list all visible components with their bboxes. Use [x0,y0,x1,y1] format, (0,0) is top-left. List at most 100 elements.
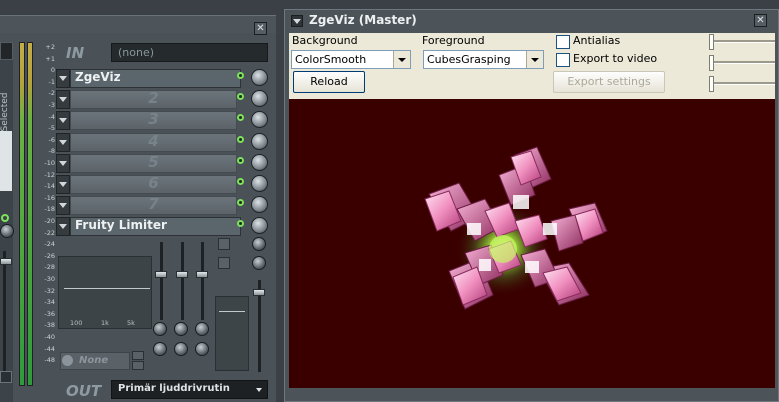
slot-menu-icon[interactable] [56,196,70,216]
slot-name[interactable]: 2 [70,90,237,110]
input-label: IN [66,44,85,62]
effect-slot-4[interactable]: 4 [56,132,268,152]
effect-slot-3[interactable]: 3 [56,110,268,131]
slot-mix-knob[interactable] [251,217,268,235]
slot-mix-knob[interactable] [251,175,268,192]
eq-freq3-knob[interactable] [195,322,209,336]
slot-menu-icon[interactable] [56,69,70,88]
slot-menu-icon[interactable] [56,111,70,131]
db-scale-label: -5 [48,124,55,133]
slot-mix-knob[interactable] [251,132,268,150]
slot-mix-knob[interactable] [251,196,268,214]
slot-enable-led[interactable] [237,220,244,228]
eq-freq1-knob[interactable] [153,322,167,336]
slot-menu-icon[interactable] [56,132,70,152]
master-fader[interactable] [253,289,265,296]
param-slider-1[interactable] [709,34,775,50]
disk-icon[interactable] [0,371,12,383]
db-scale-label: -20 [44,217,55,225]
slot-mix-knob[interactable] [251,111,268,129]
eq-bw3-knob[interactable] [195,342,209,356]
effect-slot-6[interactable]: 6 [56,174,268,194]
slot-mix-knob[interactable] [251,69,268,86]
antialias-label: Antialias [573,34,621,47]
eq-bw1-knob[interactable] [153,342,167,356]
export-settings-button[interactable]: Export settings [553,71,665,93]
track-selector-icon[interactable] [0,131,12,191]
slot-enable-led[interactable] [237,114,244,122]
slot-name[interactable]: 4 [70,132,237,152]
db-scale-label: -44 [44,344,55,353]
slot-name[interactable]: 3 [70,111,237,131]
db-scale-label: -28 [44,263,55,272]
slot-mix-knob[interactable] [251,90,268,108]
effect-slot-7[interactable]: 7 [56,195,268,216]
pan-knob[interactable] [252,256,266,270]
slot-menu-icon[interactable] [56,153,70,173]
db-scale-label: -38 [44,321,55,330]
db-scale-label: -48 [44,356,55,365]
track-fader[interactable] [0,258,12,265]
effect-slot-8[interactable]: Fruity Limiter [56,216,268,237]
db-scale-label: -40 [44,333,55,341]
chevron-down-icon [526,51,543,68]
db-scale-label: -2 [48,89,55,98]
slot-mix-knob[interactable] [251,153,268,171]
mixer-titlebar [0,16,276,33]
slot-name[interactable]: ZgeViz [70,69,241,88]
input-select[interactable]: (none) [111,43,268,62]
slot-menu-icon[interactable] [56,217,70,237]
chevron-down-icon [393,51,410,68]
db-scale-label: -24 [44,240,55,249]
slot-enable-led[interactable] [237,199,244,207]
db-scale-label: -8 [48,147,55,156]
param-slider-3[interactable] [709,76,775,92]
foreground-select[interactable]: CubesGrasping [423,50,544,69]
output-select[interactable]: Primär ljuddrivrutin [111,380,268,399]
reverse-polarity-icon[interactable] [218,257,230,269]
effect-slot-2[interactable]: 2 [56,89,268,110]
preset-down-icon[interactable] [132,361,144,370]
window-close-icon[interactable]: ✕ [754,14,767,27]
foreground-value: CubesGrasping [427,53,511,66]
slot-menu-icon[interactable] [56,90,70,110]
slot-enable-led[interactable] [237,135,244,143]
eq-band3-fader[interactable] [196,271,208,278]
background-select[interactable]: ColorSmooth [291,50,411,69]
antialias-checkbox[interactable] [556,35,570,49]
slot-enable-led[interactable] [237,156,244,164]
stereo-separation-knob[interactable] [252,237,266,251]
eq-band3-track [201,242,204,320]
preset-up-icon[interactable] [132,351,144,360]
eq-band1-track [160,242,163,320]
reload-button[interactable]: Reload [293,71,365,93]
effect-slot-1[interactable]: ZgeViz [56,68,268,88]
param-slider-2[interactable] [709,55,775,71]
effect-slot-5[interactable]: 5 [56,153,268,173]
strip-s-button[interactable] [0,42,13,60]
window-menu-icon[interactable] [291,15,303,27]
eq-band2-fader[interactable] [176,271,188,278]
foreground-label: Foreground [422,34,485,47]
slot-menu-icon[interactable] [56,175,70,194]
db-scale-label: -6 [48,135,55,144]
slot-name[interactable]: 6 [70,175,237,194]
swap-icon[interactable] [218,238,230,250]
track-pan-knob[interactable] [0,224,14,238]
slot-enable-led[interactable] [237,178,244,185]
slot-enable-led[interactable] [237,93,244,101]
mixer-close-icon[interactable]: ✕ [254,22,267,35]
slot-name[interactable]: Fruity Limiter [70,217,241,237]
track-fader-track [3,251,6,371]
export-video-label: Export to video [573,52,658,65]
export-video-checkbox[interactable] [556,53,570,67]
eq-band1-fader[interactable] [155,271,167,278]
slot-name[interactable]: 7 [70,196,237,216]
slot-enable-led[interactable] [237,72,244,79]
db-scale-label: -4 [48,112,55,121]
eq-freq2-knob[interactable] [174,322,188,336]
track-enable-led[interactable] [1,214,9,222]
db-scale-label: +1 [45,54,55,63]
slot-name[interactable]: 5 [70,153,237,173]
eq-bw2-knob[interactable] [174,342,188,356]
